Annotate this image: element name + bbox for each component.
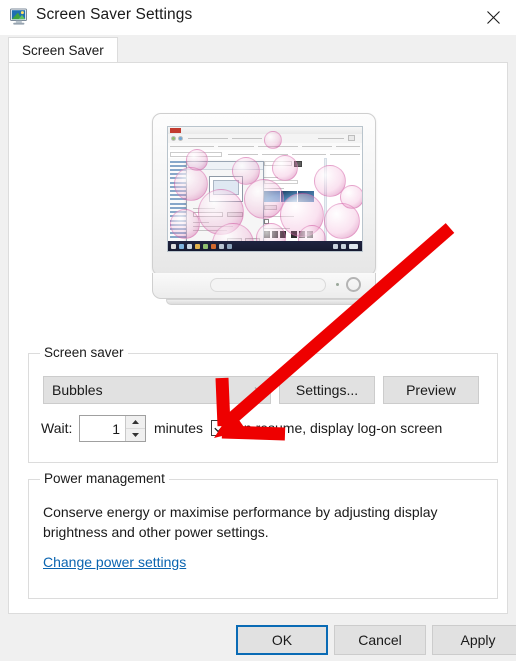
power-led [336, 283, 339, 286]
apply-button[interactable]: Apply [432, 625, 516, 655]
cancel-button[interactable]: Cancel [334, 625, 426, 655]
screen-saver-preview-button[interactable]: Preview [383, 376, 479, 404]
monitor-icon [9, 8, 29, 26]
change-power-settings-link[interactable]: Change power settings [43, 554, 186, 570]
screen-saver-settings-button-label: Settings... [295, 382, 359, 398]
monitor-stand-neck [152, 273, 376, 299]
title-bar: Screen Saver Settings [0, 0, 516, 35]
on-resume-display-logon-screen-label: On resume, display log-on screen [233, 420, 443, 436]
screen-saver-group-title: Screen saver [40, 345, 128, 360]
spinner-up-icon[interactable] [126, 416, 145, 429]
wait-label: Wait: [41, 420, 73, 436]
monitor-screen [167, 126, 363, 252]
power-management-group: Power management Conserve energy or maxi… [28, 471, 498, 599]
screen-saver-group: Screen saver Bubbles Settings... Preview… [28, 345, 498, 463]
wait-minutes-stepper[interactable]: 1 [79, 415, 146, 442]
monitor-bezel [152, 113, 376, 276]
on-resume-display-logon-screen-checkbox[interactable] [211, 420, 227, 436]
ok-button[interactable]: OK [236, 625, 328, 655]
tab-panel-screen-saver: Screen saver Bubbles Settings... Preview… [8, 62, 508, 614]
ok-button-label: OK [271, 632, 293, 648]
power-button-icon [346, 277, 361, 292]
monitor-slot [210, 278, 326, 292]
spinner-down-icon[interactable] [126, 429, 145, 441]
apply-button-label: Apply [460, 632, 496, 648]
screen-saver-preview-monitor [142, 113, 386, 309]
power-management-description: Conserve energy or maximise performance … [43, 504, 438, 540]
wait-minutes-spin-buttons [125, 416, 145, 441]
preview-desktop-screenshot [168, 127, 362, 251]
chevron-down-icon [248, 386, 270, 394]
tab-screen-saver[interactable]: Screen Saver [8, 37, 118, 63]
monitor-base [166, 299, 362, 305]
minutes-label: minutes [154, 420, 204, 436]
tab-strip: Screen Saver [0, 35, 516, 63]
screen-saver-settings-button[interactable]: Settings... [279, 376, 375, 404]
close-icon[interactable] [470, 0, 516, 34]
wait-minutes-value: 1 [112, 420, 120, 437]
screen-saver-settings-dialog: Screen Saver Settings Screen Saver Scree… [0, 0, 516, 661]
screen-saver-preview-button-label: Preview [406, 382, 456, 398]
screen-saver-select[interactable]: Bubbles [43, 376, 271, 404]
power-management-group-title: Power management [40, 471, 169, 486]
window-title: Screen Saver Settings [36, 6, 193, 23]
tab-screen-saver-label: Screen Saver [22, 43, 104, 58]
screen-saver-select-value: Bubbles [52, 382, 103, 398]
cancel-button-label: Cancel [358, 632, 402, 648]
